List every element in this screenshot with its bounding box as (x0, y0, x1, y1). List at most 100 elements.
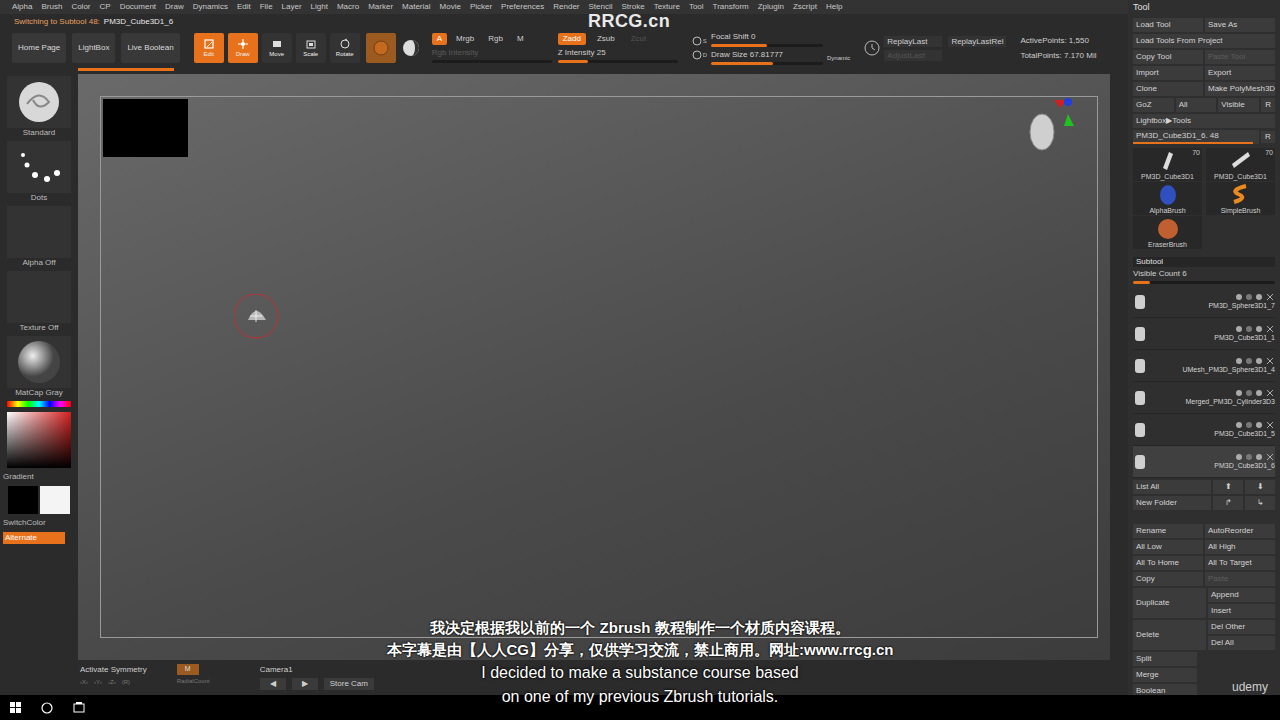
panel-button[interactable]: Delete (1133, 620, 1206, 650)
primary-swatch[interactable] (8, 486, 38, 514)
subtool-row[interactable]: UMesh_PM3D_Sphere3D1_4 (1133, 350, 1275, 382)
panel-button[interactable]: Export (1205, 66, 1275, 80)
menu-item[interactable]: Layer (282, 2, 302, 12)
shelf-item[interactable]: Texture Off (7, 271, 71, 333)
color-picker[interactable] (7, 412, 71, 468)
slider[interactable]: Draw Size 67.81777 (711, 50, 823, 65)
panel-button[interactable]: Lightbox▶Tools (1133, 114, 1275, 128)
dynamic-toggle[interactable]: Dynamic (827, 54, 850, 63)
slider-track[interactable]: PM3D_Cube3D1_6. 48 (1133, 130, 1259, 144)
panel-button[interactable]: All To Home (1133, 556, 1203, 570)
menu-item[interactable]: CP (100, 2, 111, 12)
panel-button[interactable]: Load Tool (1133, 18, 1203, 32)
axis-toggle[interactable]: (R) (122, 678, 130, 687)
mode-button[interactable]: Rotate (330, 33, 360, 63)
menu-item[interactable]: File (260, 2, 273, 12)
tool-thumb[interactable]: EraserBrush (1133, 216, 1202, 249)
nav-button[interactable]: Live Boolean (121, 33, 179, 63)
panel-button[interactable]: All High (1205, 540, 1275, 554)
current-tool-slider[interactable]: PM3D_Cube3D1_6. 48R (1133, 130, 1275, 144)
nav-button[interactable]: Home Page (12, 33, 66, 63)
subtool-row[interactable]: PM3D_Sphere3D1_7 (1133, 286, 1275, 318)
color-swatches[interactable] (8, 486, 70, 514)
menu-item[interactable]: Macro (337, 2, 359, 12)
panel-button[interactable]: Make PolyMesh3D (1205, 82, 1275, 96)
tool-thumb[interactable]: AlphaBrush (1133, 182, 1202, 215)
panel-button[interactable]: Clone (1133, 82, 1203, 96)
menu-item[interactable]: Edit (237, 2, 251, 12)
nav-button[interactable]: LightBox (72, 33, 115, 63)
slider-track[interactable] (711, 44, 823, 47)
camera-nav[interactable]: ▶ (292, 678, 318, 690)
mode-button[interactable]: Edit (194, 33, 224, 63)
subtool-row[interactable]: PM3D_Cube3D1_1 (1133, 318, 1275, 350)
menu-item[interactable]: Material (402, 2, 430, 12)
channel-button[interactable]: A (432, 33, 447, 45)
panel-button[interactable]: Append (1208, 588, 1275, 602)
panel-button[interactable]: Del Other (1208, 620, 1275, 634)
subtool-row[interactable]: PM3D_Cube3D1_6 (1133, 446, 1275, 478)
panel-button[interactable]: Merge (1133, 668, 1197, 682)
menu-item[interactable]: Transform (713, 2, 749, 12)
panel-button[interactable]: R (1261, 98, 1275, 112)
menu-item[interactable]: Picker (470, 2, 492, 12)
panel-button[interactable]: Load Tools From Project (1133, 34, 1275, 48)
menu-item[interactable]: Draw (165, 2, 184, 12)
menu-item[interactable]: Texture (654, 2, 680, 12)
navigation-gizmo[interactable] (1024, 96, 1080, 163)
axis-toggle[interactable]: ›X‹ (80, 678, 88, 687)
brush-size-button[interactable] (366, 33, 396, 63)
panel-button[interactable]: ↳ (1245, 496, 1275, 510)
panel-button[interactable]: Copy (1133, 572, 1203, 586)
viewport[interactable] (78, 74, 1110, 660)
hue-strip[interactable] (7, 401, 71, 407)
shelf-item[interactable]: Dots (7, 141, 71, 203)
slider[interactable]: Z Intensity 25 (558, 48, 678, 63)
menu-item[interactable]: Zscript (793, 2, 817, 12)
mode-button[interactable]: Draw (228, 33, 258, 63)
panel-button[interactable]: ⬇ (1245, 480, 1275, 494)
panel-button[interactable]: All Low (1133, 540, 1203, 554)
zmode-button[interactable]: Zsub (592, 33, 620, 45)
subtool-row[interactable]: PM3D_Cube3D1_5 (1133, 414, 1275, 446)
shelf-item[interactable]: Standard (7, 76, 71, 138)
camera-nav[interactable]: ◀ (260, 678, 286, 690)
symmetry-button[interactable]: Activate Symmetry (80, 664, 147, 676)
menu-item[interactable]: Movie (440, 2, 461, 12)
replay-button[interactable]: ReplayLastRel (948, 36, 1006, 47)
menu-item[interactable]: Dynamics (193, 2, 228, 12)
menu-item[interactable]: Color (71, 2, 90, 12)
panel-button[interactable]: New Folder (1133, 496, 1211, 510)
menu-item[interactable]: Stroke (622, 2, 645, 12)
panel-button[interactable]: Rename (1133, 524, 1203, 538)
panel-button[interactable]: Import (1133, 66, 1203, 80)
menu-item[interactable]: Render (553, 2, 579, 12)
menu-item[interactable]: Brush (41, 2, 62, 12)
slider-track[interactable] (1133, 281, 1275, 284)
mode-button[interactable]: Scale (296, 33, 326, 63)
menu-item[interactable]: Document (120, 2, 156, 12)
switch-color[interactable]: SwitchColor (3, 517, 46, 529)
panel-button[interactable]: ↱ (1213, 496, 1243, 510)
tool-thumb[interactable]: SimpleBrush (1206, 182, 1275, 215)
replay-button[interactable]: ReplayLast (884, 36, 942, 47)
panel-button[interactable]: Save As (1205, 18, 1275, 32)
menu-item[interactable]: Help (826, 2, 842, 12)
axis-toggle[interactable]: ›Y‹ (94, 678, 102, 687)
alternate-button[interactable]: Alternate (3, 532, 65, 544)
tool-thumb[interactable]: 70PM3D_Cube3D1 (1133, 148, 1202, 181)
panel-button[interactable]: AutoReorder (1205, 524, 1275, 538)
mode-button[interactable]: Move (262, 33, 292, 63)
channel-button[interactable]: Mrgb (451, 33, 479, 45)
zmode-button[interactable]: Zadd (558, 33, 586, 45)
menu-item[interactable]: Light (311, 2, 328, 12)
axis-toggle[interactable]: ›Z‹ (108, 678, 116, 687)
channel-button[interactable]: Rgb (483, 33, 508, 45)
r-button[interactable]: R (1261, 131, 1275, 143)
panel-button[interactable]: Split (1133, 652, 1197, 666)
panel-button[interactable]: All (1176, 98, 1217, 112)
m-toggle[interactable]: M (177, 664, 199, 675)
slider[interactable]: Focal Shift 0 (711, 32, 823, 47)
subtool-row[interactable]: Merged_PM3D_Cylinder3D3 (1133, 382, 1275, 414)
menu-item[interactable]: Preferences (501, 2, 544, 12)
